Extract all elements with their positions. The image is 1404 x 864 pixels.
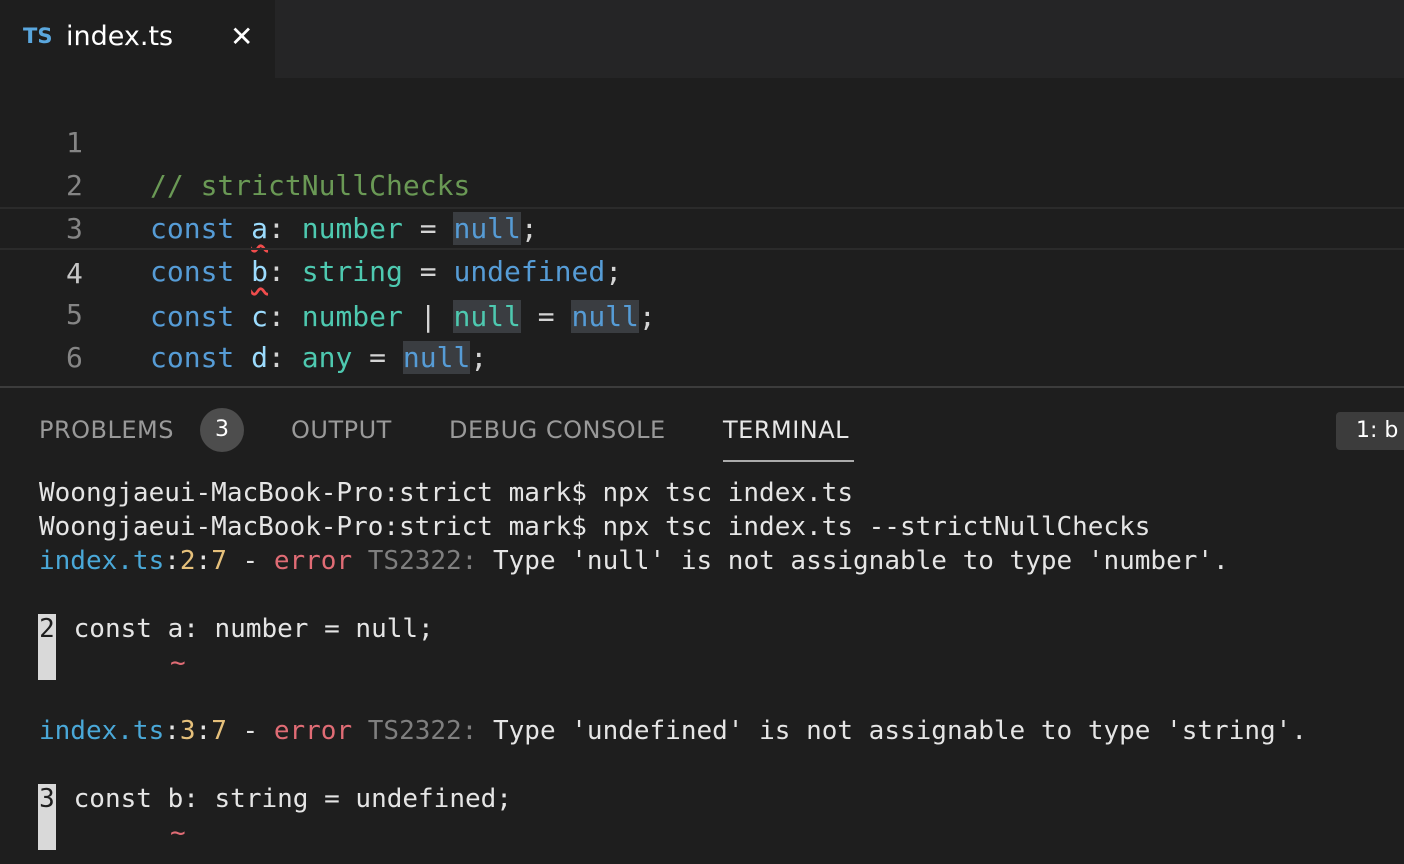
terminal-source-line: const a: number = null; [58,614,434,644]
tab-debug-console[interactable]: DEBUG CONSOLE [449,416,666,444]
code-line: 1 // strictNullChecks [0,78,1404,202]
error-line-gutter: 3 [38,784,56,850]
terminal-error-line: index.ts:2:7 - error TS2322: Type 'null'… [39,546,1229,576]
close-icon[interactable]: ✕ [230,20,253,53]
terminal-line: Woongjaeui-MacBook-Pro:strict mark$ npx … [39,478,853,508]
terminal-selector[interactable]: 1: b [1336,412,1404,450]
terminal-source-line: const b: string = undefined; [58,784,512,814]
active-tab-indicator [723,460,854,462]
typescript-icon: TS [23,24,53,48]
error-marker: ~ [170,648,186,678]
tab-problems[interactable]: PROBLEMS [39,416,174,444]
code-line: 5 const d: any = null; [0,250,1404,374]
terminal-error-line: index.ts:3:7 - error TS2322: Type 'undef… [39,716,1307,746]
error-line-gutter: 2 [38,614,56,680]
code-line: 2 const a: number = null; [0,121,1404,245]
tab-filename: index.ts [66,21,174,52]
problems-count-badge: 3 [200,408,244,452]
tab-output[interactable]: OUTPUT [291,416,392,444]
terminal-line: Woongjaeui-MacBook-Pro:strict mark$ npx … [39,512,1151,542]
bottom-panel: PROBLEMS 3 OUTPUT DEBUG CONSOLE TERMINAL… [0,388,1404,864]
code-line-current: 4 const c: number | null = null; [0,207,1404,333]
code-line: 3 const b: string = undefined; [0,164,1404,288]
code-line: 6 const e: any = undefined; [0,293,1404,417]
tab-terminal[interactable]: TERMINAL [723,416,849,444]
editor-tab-bar: TS index.ts ✕ [0,0,1404,78]
code-line: 7 const f: void = undefined; [0,336,1404,460]
code-editor[interactable]: 1 // strictNullChecks 2 const a: number … [0,78,1404,460]
error-marker: ~ [170,818,186,848]
tab-index-ts[interactable]: TS index.ts ✕ [0,0,275,78]
